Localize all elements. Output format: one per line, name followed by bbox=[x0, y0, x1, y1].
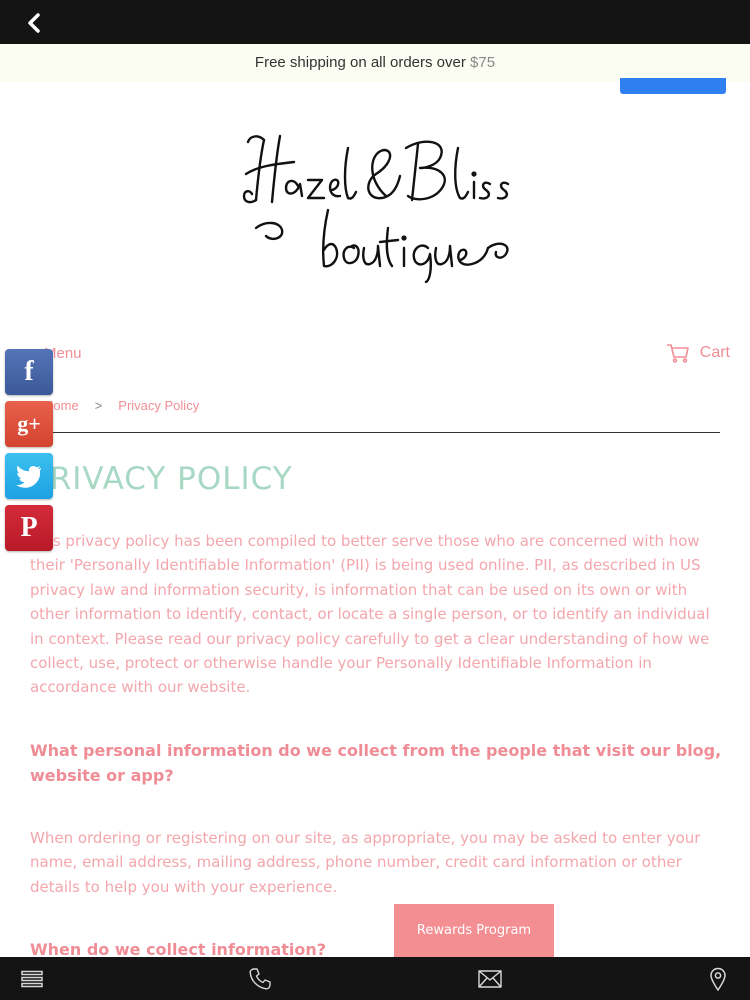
location-icon bbox=[710, 967, 726, 991]
breadcrumb-current: Privacy Policy bbox=[118, 398, 200, 413]
main-content: PRIVACY POLICY This privacy policy has b… bbox=[30, 455, 722, 962]
collect-paragraph: When ordering or registering on our site… bbox=[30, 828, 701, 896]
menu-icon bbox=[21, 970, 43, 988]
pinterest-icon: P bbox=[20, 512, 38, 543]
breadcrumb-separator: > bbox=[94, 398, 103, 413]
facebook-share-button[interactable]: f bbox=[5, 349, 53, 395]
google-plus-icon: g+ bbox=[17, 411, 41, 436]
twitter-icon bbox=[16, 465, 41, 488]
page-title: PRIVACY POLICY bbox=[30, 461, 293, 497]
divider bbox=[30, 432, 720, 433]
call-button[interactable] bbox=[246, 965, 274, 993]
logo-graphic bbox=[242, 134, 510, 284]
phone-icon bbox=[249, 968, 271, 990]
store-logo[interactable] bbox=[236, 118, 528, 284]
shipping-text: Free shipping on all orders over bbox=[254, 54, 471, 71]
facebook-icon: f bbox=[24, 356, 34, 387]
menu-button[interactable] bbox=[18, 965, 46, 993]
section-heading-collect: What personal information do we collect … bbox=[30, 740, 722, 785]
location-button[interactable] bbox=[704, 965, 732, 993]
page: Free shipping on all orders over $75 Men… bbox=[0, 0, 750, 1000]
cart-link[interactable]: Cart bbox=[666, 343, 730, 363]
back-button[interactable] bbox=[20, 10, 48, 36]
shipping-threshold: $75 bbox=[470, 54, 496, 71]
shipping-banner: Free shipping on all orders over $75 bbox=[0, 44, 750, 82]
pinterest-share-button[interactable]: P bbox=[5, 505, 53, 551]
message-us-button[interactable] bbox=[620, 78, 726, 94]
chevron-left-icon bbox=[28, 13, 40, 33]
email-button[interactable] bbox=[476, 965, 504, 993]
intro-paragraph: This privacy policy has been compiled to… bbox=[30, 532, 710, 697]
google-plus-share-button[interactable]: g+ bbox=[5, 401, 53, 447]
cart-icon bbox=[666, 344, 689, 363]
cart-label: Cart bbox=[699, 344, 730, 361]
top-nav-bar bbox=[0, 0, 750, 44]
twitter-share-button[interactable] bbox=[5, 453, 53, 499]
bottom-nav-bar bbox=[0, 957, 750, 1000]
mail-icon bbox=[478, 970, 502, 988]
rewards-program-button[interactable]: Rewards Program bbox=[394, 904, 554, 957]
breadcrumb: Home > Privacy Policy bbox=[44, 398, 199, 413]
